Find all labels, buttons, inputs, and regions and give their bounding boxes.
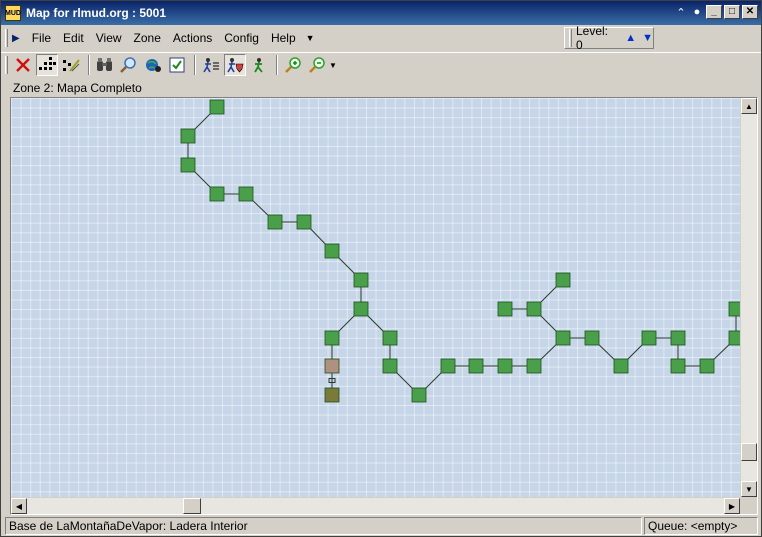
menu-grip[interactable] <box>5 29 8 47</box>
menu-zone[interactable]: Zone <box>128 28 167 48</box>
vertical-scrollbar[interactable]: ▲ ▼ <box>741 98 757 497</box>
menu-file[interactable]: File <box>26 28 57 48</box>
zone-label-bar: Zone 2: Mapa Completo <box>10 79 758 97</box>
current-room[interactable] <box>324 358 340 374</box>
map-room[interactable] <box>267 214 283 230</box>
status-queue: Queue: <empty> <box>644 517 758 535</box>
path-edit-icon[interactable] <box>60 54 82 76</box>
grid-dots-icon[interactable] <box>36 54 58 76</box>
delete-icon[interactable] <box>12 54 34 76</box>
walker-icon[interactable] <box>248 54 270 76</box>
scroll-up-icon[interactable]: ▲ <box>741 98 757 114</box>
map-room[interactable] <box>670 330 686 346</box>
map-room[interactable] <box>526 358 542 374</box>
menu-view[interactable]: View <box>90 28 128 48</box>
map-room[interactable] <box>353 272 369 288</box>
map-graph[interactable] <box>11 98 740 497</box>
special-room[interactable] <box>324 387 340 403</box>
level-grip[interactable] <box>569 29 572 47</box>
map-room[interactable] <box>468 358 484 374</box>
zoom-dropdown-icon[interactable]: ▼ <box>329 61 337 70</box>
menu-actions[interactable]: Actions <box>167 28 218 48</box>
toolbar-grip[interactable] <box>5 56 8 74</box>
map-room[interactable] <box>324 243 340 259</box>
map-room[interactable] <box>555 330 571 346</box>
map-room[interactable] <box>699 358 715 374</box>
map-room[interactable] <box>728 330 740 346</box>
map-room[interactable] <box>555 272 571 288</box>
magnifier-icon[interactable] <box>118 54 140 76</box>
map-room[interactable] <box>613 358 629 374</box>
map-room[interactable] <box>209 186 225 202</box>
map-room[interactable] <box>584 330 600 346</box>
scroll-left-icon[interactable]: ◀ <box>11 498 27 514</box>
horizontal-scroll-thumb[interactable] <box>183 498 201 514</box>
minimize-button[interactable]: _ <box>706 5 722 19</box>
status-bar: Base de LaMontañaDeVapor: Ladera Interio… <box>1 516 761 536</box>
map-room[interactable] <box>497 358 513 374</box>
scroll-right-icon[interactable]: ▶ <box>724 498 740 514</box>
check-box-icon[interactable] <box>166 54 188 76</box>
zoom-in-icon[interactable] <box>282 54 304 76</box>
map-room[interactable] <box>411 387 427 403</box>
horizontal-scrollbar[interactable]: ◀ ▶ <box>11 498 740 514</box>
map-room[interactable] <box>382 330 398 346</box>
menu-edit[interactable]: Edit <box>57 28 90 48</box>
map-view[interactable]: ▲ ▼ ◀ ▶ <box>10 97 758 515</box>
zone-label: Zone 2: Mapa Completo <box>13 81 142 95</box>
menu-bar: ▶ File Edit View Zone Actions Config Hel… <box>1 24 761 52</box>
map-room[interactable] <box>728 301 740 317</box>
map-room[interactable] <box>180 128 196 144</box>
zoom-out-icon[interactable] <box>306 54 328 76</box>
map-room[interactable] <box>526 301 542 317</box>
level-label: Level: 0 <box>575 24 609 52</box>
map-room[interactable] <box>238 186 254 202</box>
binoculars-icon[interactable] <box>94 54 116 76</box>
speedwalk-icon[interactable] <box>200 54 222 76</box>
map-canvas[interactable] <box>11 98 740 497</box>
menu-config[interactable]: Config <box>218 28 265 48</box>
rollup-icon[interactable]: ⌃ <box>674 5 688 19</box>
level-down-icon[interactable]: ▼ <box>642 32 653 44</box>
app-icon[interactable]: MUD <box>5 5 21 21</box>
walker-shield-icon[interactable] <box>224 54 246 76</box>
map-room[interactable] <box>497 301 513 317</box>
level-toolbar: Level: 0 ▲ ▼ <box>564 24 654 52</box>
map-room[interactable] <box>209 99 225 115</box>
map-room[interactable] <box>670 358 686 374</box>
vertical-scroll-thumb[interactable] <box>741 443 757 461</box>
status-location: Base de LaMontañaDeVapor: Ladera Interio… <box>5 517 642 535</box>
scroll-down-icon[interactable]: ▼ <box>741 481 757 497</box>
title-bar[interactable]: MUD Map for rlmud.org : 5001 ⌃ ● _ □ ✕ <box>1 1 761 25</box>
pin-icon[interactable]: ● <box>690 5 704 19</box>
map-room[interactable] <box>353 301 369 317</box>
map-room[interactable] <box>382 358 398 374</box>
close-button[interactable]: ✕ <box>742 5 758 19</box>
map-room[interactable] <box>324 330 340 346</box>
map-room[interactable] <box>641 330 657 346</box>
map-room[interactable] <box>440 358 456 374</box>
tool-bar: ▼ <box>1 52 761 77</box>
map-room[interactable] <box>296 214 312 230</box>
window-title: Map for rlmud.org : 5001 <box>26 6 167 20</box>
map-room[interactable] <box>180 157 196 173</box>
menu-arrow-icon[interactable]: ▶ <box>12 33 20 44</box>
level-up-icon[interactable]: ▲ <box>625 32 636 44</box>
maximize-button[interactable]: □ <box>724 5 740 19</box>
menu-overflow-icon[interactable]: ▼ <box>306 33 315 43</box>
globe-search-icon[interactable] <box>142 54 164 76</box>
scroll-corner <box>741 498 757 514</box>
map-window: MUD Map for rlmud.org : 5001 ⌃ ● _ □ ✕ ▶… <box>0 0 762 537</box>
menu-help[interactable]: Help <box>265 28 302 48</box>
